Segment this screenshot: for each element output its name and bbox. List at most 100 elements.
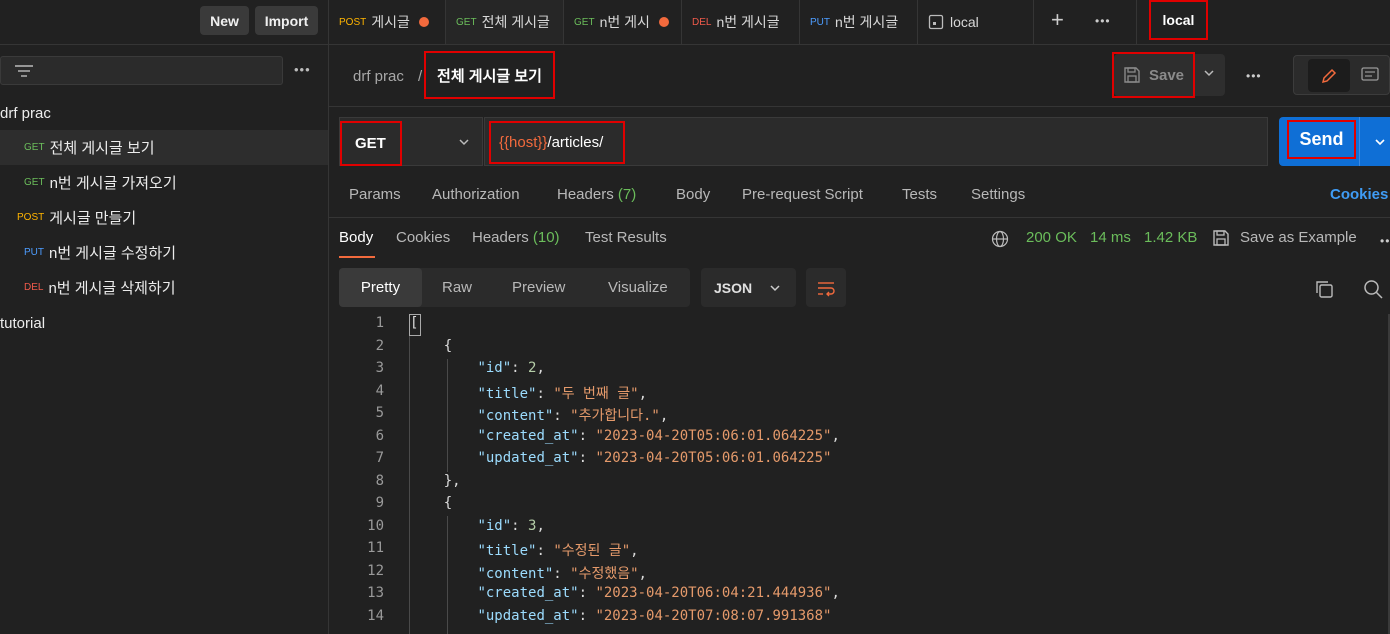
line-number: 2 <box>375 337 384 354</box>
code-line: 1[ <box>0 315 1390 338</box>
tab-body[interactable]: Body <box>676 186 710 203</box>
request-title[interactable]: 전체 게시글 보기 <box>424 51 555 99</box>
filter-icon[interactable] <box>14 63 34 79</box>
tab-label: n번 게시글 <box>716 14 780 30</box>
tab-label: n번 게시 <box>599 14 650 30</box>
code-text: [ <box>410 315 419 331</box>
response-time[interactable]: 14 ms <box>1090 229 1131 246</box>
line-number: 1 <box>375 315 384 331</box>
code-text: "created_at": "2023-04-20T06:04:21.44493… <box>477 585 840 601</box>
view-pretty[interactable]: Pretty <box>339 268 422 307</box>
format-select[interactable]: JSON <box>701 268 796 307</box>
url-text: {{host}}/articles/ <box>489 121 625 164</box>
send-button-group: Send <box>1279 117 1390 166</box>
send-dropdown-icon[interactable] <box>1373 135 1387 149</box>
edit-mode-button[interactable] <box>1308 59 1350 92</box>
request-label: 전체 게시글 보기 <box>49 140 155 157</box>
request-label: n번 게시글 삭제하기 <box>48 280 176 297</box>
import-button[interactable]: Import <box>255 6 318 35</box>
send-button[interactable]: Send <box>1287 120 1356 159</box>
globe-icon[interactable] <box>991 230 1009 248</box>
view-preview[interactable]: Preview <box>512 268 565 307</box>
line-number: 3 <box>375 360 384 376</box>
view-raw[interactable]: Raw <box>442 268 472 307</box>
response-tab-cookies[interactable]: Cookies <box>396 229 450 246</box>
tab-get-one[interactable]: GET n번 게시 <box>564 0 682 44</box>
collection-drf-prac[interactable]: drf prac <box>0 96 328 131</box>
chevron-down-icon <box>768 281 782 295</box>
sidebar-request-put[interactable]: PUT n번 게시글 수정하기 <box>0 235 328 270</box>
request-more-icon[interactable]: ••• <box>1246 69 1262 83</box>
sidebar-more-icon[interactable]: ••• <box>294 62 311 77</box>
copy-icon[interactable] <box>1314 279 1334 299</box>
active-tab-indicator <box>339 256 375 258</box>
sidebar-request-post[interactable]: POST 게시글 만들기 <box>0 200 328 235</box>
code-line: 2 { <box>0 338 1390 361</box>
response-headers-label: Headers <box>472 229 529 246</box>
code-line: 3 "id": 2, <box>0 360 1390 383</box>
sidebar-request-get-one[interactable]: GET n번 게시글 가져오기 <box>0 165 328 200</box>
sidebar-request-get-all[interactable]: GET 전체 게시글 보기 <box>0 130 328 165</box>
header-divider <box>329 106 1390 107</box>
breadcrumb-collection[interactable]: drf prac <box>353 68 404 85</box>
tab-divider <box>1136 0 1137 44</box>
unsaved-dot <box>418 17 429 27</box>
tab-more-icon[interactable]: ••• <box>1095 14 1111 28</box>
tab-label: n번 게시글 <box>835 14 899 30</box>
save-button[interactable]: Save <box>1112 52 1195 98</box>
tab-tests[interactable]: Tests <box>902 186 937 203</box>
filter-input[interactable] <box>0 56 283 85</box>
new-button[interactable]: New <box>200 6 249 35</box>
code-line: 13 "created_at": "2023-04-20T06:04:21.44… <box>0 585 1390 608</box>
save-example-icon <box>1212 229 1230 247</box>
tab-environment[interactable]: local <box>918 0 1034 44</box>
add-tab-icon[interactable]: + <box>1051 9 1064 31</box>
comments-icon[interactable] <box>1360 66 1380 84</box>
method-badge: GET <box>24 177 45 188</box>
response-size[interactable]: 1.42 KB <box>1144 229 1197 246</box>
request-divider <box>329 217 1390 218</box>
response-tab-test-results[interactable]: Test Results <box>585 229 667 246</box>
response-headers-count: (10) <box>532 229 560 246</box>
tab-get-all[interactable]: GET 전체 게시글 <box>446 0 564 44</box>
save-as-example-button[interactable]: Save as Example <box>1240 229 1357 246</box>
url-variable: {{host}} <box>499 134 548 151</box>
method-value: GET <box>340 121 402 166</box>
environment-selector[interactable]: local <box>1149 0 1208 40</box>
tab-label: local <box>950 14 979 30</box>
format-value: JSON <box>714 279 753 296</box>
wrap-lines-button[interactable] <box>806 268 846 307</box>
tab-bar: POST 게시글 GET 전체 게시글 GET n번 게시 DEL n번 게시글… <box>329 0 1390 45</box>
tab-params[interactable]: Params <box>349 186 401 203</box>
code-text: }, <box>443 472 461 489</box>
tab-post[interactable]: POST 게시글 <box>329 0 446 44</box>
code-line: 14 "updated_at": "2023-04-20T07:08:07.99… <box>0 608 1390 631</box>
request-label: 게시글 만들기 <box>49 210 137 227</box>
line-number: 11 <box>367 540 384 556</box>
save-dropdown-icon[interactable] <box>1202 66 1216 80</box>
tab-settings[interactable]: Settings <box>971 186 1025 203</box>
code-line: 10 "id": 3, <box>0 518 1390 541</box>
tab-label: 전체 게시글 <box>481 14 550 30</box>
tab-prerequest-script[interactable]: Pre-request Script <box>742 186 863 203</box>
method-badge: GET <box>456 16 477 28</box>
view-visualize[interactable]: Visualize <box>608 268 668 307</box>
tab-authorization[interactable]: Authorization <box>432 186 520 203</box>
cookies-link[interactable]: Cookies <box>1330 186 1388 203</box>
status-code[interactable]: 200 OK <box>1026 229 1077 246</box>
response-tab-body[interactable]: Body <box>339 229 373 246</box>
code-text: "created_at": "2023-04-20T05:06:01.06422… <box>477 427 840 444</box>
method-select[interactable]: GET <box>339 117 483 166</box>
tab-del[interactable]: DEL n번 게시글 <box>682 0 800 44</box>
response-tab-headers[interactable]: Headers (10) <box>472 229 560 246</box>
url-input[interactable]: {{host}}/articles/ <box>484 117 1268 166</box>
line-number: 7 <box>375 450 384 466</box>
search-icon[interactable] <box>1363 279 1383 299</box>
tab-put[interactable]: PUT n번 게시글 <box>800 0 918 44</box>
response-more-icon[interactable]: ••• <box>1380 234 1390 248</box>
sidebar-request-del[interactable]: DEL n번 게시글 삭제하기 <box>0 270 328 305</box>
method-badge: GET <box>574 16 595 28</box>
tab-headers[interactable]: Headers (7) <box>557 186 636 203</box>
method-badge: POST <box>339 16 367 28</box>
environment-icon <box>928 14 944 30</box>
